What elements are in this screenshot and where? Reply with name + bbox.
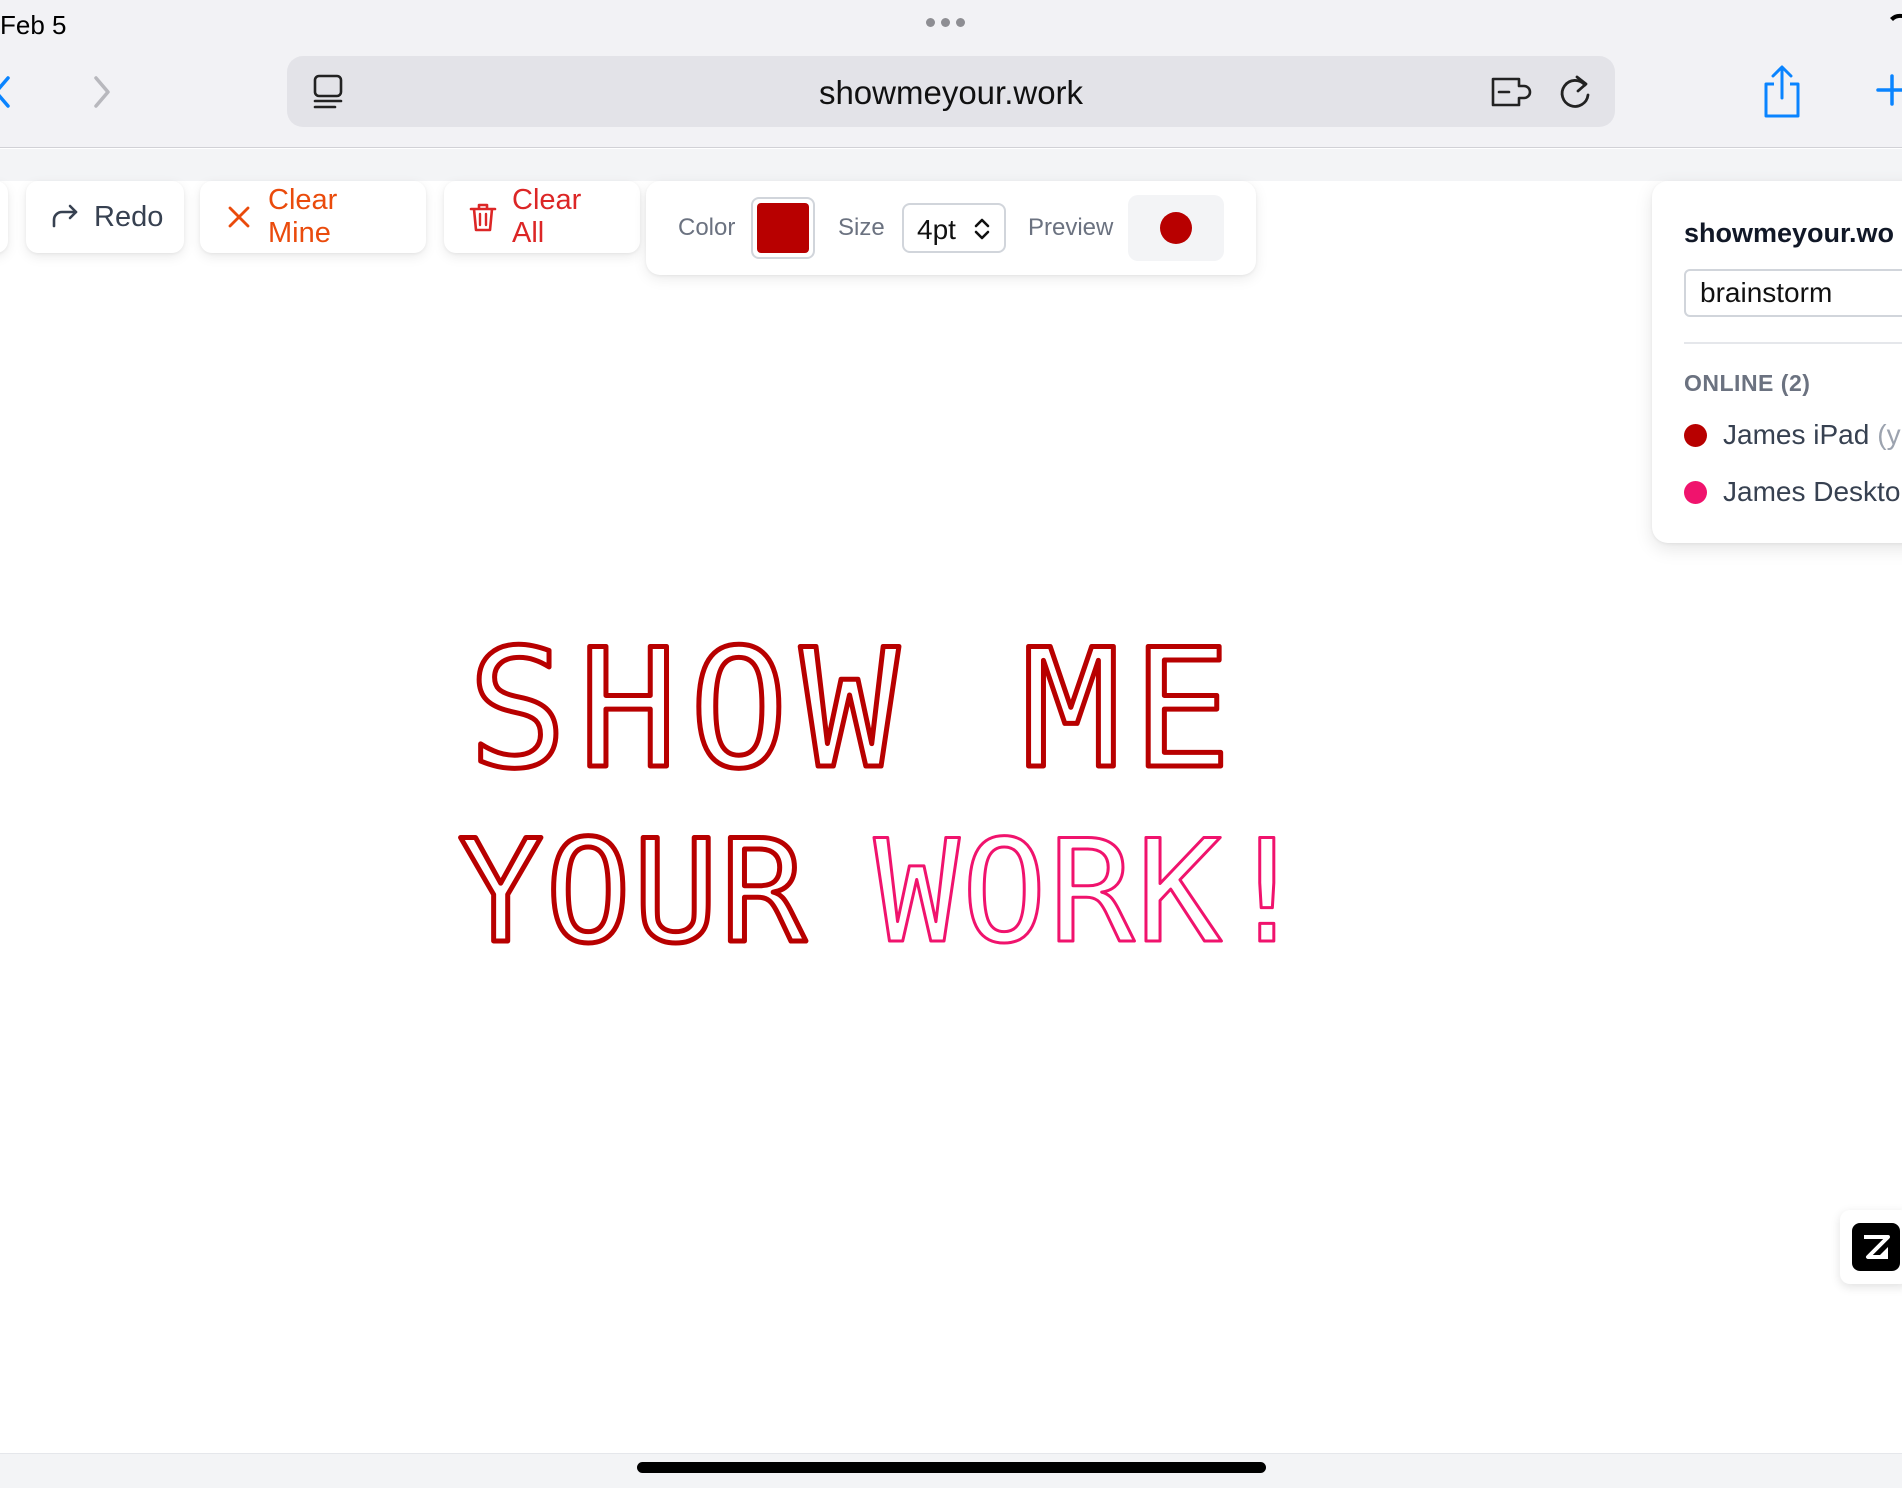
status-date: Feb 5 bbox=[0, 10, 67, 40]
clear-all-button[interactable]: Clear All bbox=[444, 181, 640, 253]
user-name: James Deskto bbox=[1723, 476, 1901, 507]
url-text[interactable]: showmeyour.work bbox=[287, 74, 1615, 112]
panel-title: showmeyour.wo bbox=[1684, 218, 1895, 248]
user-you-tag: (y bbox=[1877, 419, 1901, 450]
clear-mine-button[interactable]: Clear Mine bbox=[200, 181, 426, 253]
reload-icon[interactable] bbox=[1555, 71, 1595, 113]
color-picker[interactable] bbox=[751, 197, 815, 259]
size-label: Size bbox=[838, 214, 885, 241]
undo-button[interactable] bbox=[0, 181, 8, 253]
online-user: James Deskto bbox=[1684, 476, 1900, 508]
clear-mine-label: Clear Mine bbox=[268, 184, 338, 249]
brush-controls: Color Size 4pt Preview bbox=[646, 181, 1256, 275]
preview-label: Preview bbox=[1028, 214, 1114, 241]
logo-mark-icon bbox=[1864, 1235, 1890, 1259]
brush-preview bbox=[1128, 195, 1224, 261]
drawing-line2-desktop: WORK! bbox=[874, 810, 1311, 975]
extension-icon[interactable] bbox=[1489, 73, 1535, 111]
redo-icon bbox=[52, 204, 78, 228]
redo-label: Redo bbox=[94, 200, 164, 233]
forward-icon[interactable] bbox=[90, 70, 120, 114]
size-value: 4pt bbox=[917, 214, 956, 245]
size-select[interactable]: 4pt bbox=[902, 203, 1006, 253]
user-name: James iPad bbox=[1723, 419, 1870, 450]
browser-toolbar: showmeyour.work bbox=[0, 50, 1902, 148]
home-indicator[interactable] bbox=[637, 1462, 1266, 1473]
color-swatch-fill bbox=[757, 203, 809, 253]
chevron-up-down-icon bbox=[974, 218, 990, 240]
new-tab-icon[interactable] bbox=[1876, 70, 1902, 110]
preview-dot bbox=[1160, 212, 1192, 244]
address-bar[interactable]: showmeyour.work bbox=[287, 56, 1615, 127]
status-bar: Feb 5 bbox=[0, 0, 1902, 50]
room-name-input[interactable]: brainstorm bbox=[1684, 269, 1902, 317]
online-user: James iPad (y bbox=[1684, 419, 1901, 451]
drawing-line1: SHOW ME bbox=[468, 614, 1243, 805]
user-color-dot bbox=[1684, 480, 1707, 504]
wifi-icon bbox=[1890, 13, 1902, 21]
redo-button[interactable]: Redo bbox=[26, 181, 184, 253]
back-icon[interactable] bbox=[0, 70, 22, 114]
multitasking-dots-icon[interactable] bbox=[926, 18, 965, 27]
room-panel: showmeyour.wo brainstorm ONLINE (2) Jame… bbox=[1652, 181, 1902, 543]
corner-logo-icon bbox=[1852, 1223, 1900, 1271]
page-top-band bbox=[0, 149, 1902, 181]
panel-divider bbox=[1684, 342, 1902, 344]
online-heading: ONLINE (2) bbox=[1684, 370, 1811, 396]
drawing-canvas[interactable]: SHOW ME YOUR WORK! Redo Clear Mine Clear… bbox=[0, 181, 1902, 1453]
close-icon bbox=[228, 206, 250, 228]
drawing-line2-ipad: YOUR bbox=[458, 810, 808, 975]
handwriting-layer[interactable]: SHOW ME YOUR WORK! bbox=[0, 181, 1902, 1453]
corner-widget[interactable] bbox=[1840, 1210, 1902, 1284]
trash-icon bbox=[469, 203, 497, 232]
share-icon[interactable] bbox=[1760, 64, 1804, 120]
clear-all-label: Clear All bbox=[512, 184, 582, 249]
color-label: Color bbox=[678, 214, 736, 241]
user-color-dot bbox=[1684, 423, 1707, 447]
